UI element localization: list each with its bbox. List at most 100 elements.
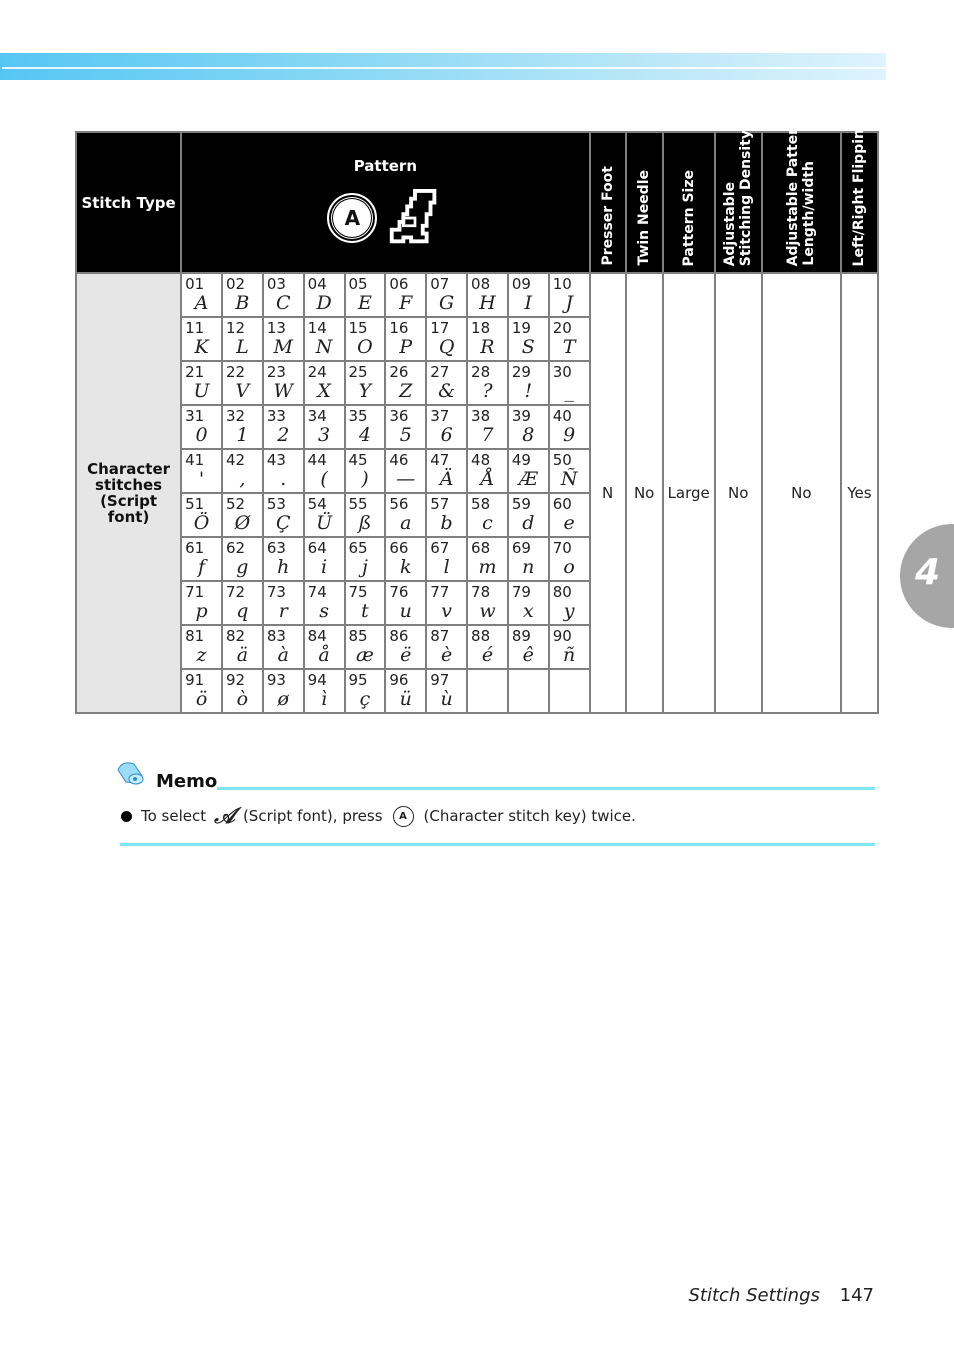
pattern-glyph: ! [524, 380, 533, 402]
pattern-glyph: ä [236, 644, 249, 666]
pattern-glyph: 9 [563, 424, 576, 446]
pattern-glyph: ø [277, 688, 289, 710]
pattern-number: 31 [185, 407, 205, 425]
pattern-number: 86 [389, 627, 409, 645]
pattern-number: 29 [511, 363, 531, 381]
pattern-number: 47 [430, 451, 450, 469]
pattern-cell: 35 4 [343, 404, 387, 450]
pattern-number: 06 [389, 275, 409, 293]
pattern-number: 65 [348, 539, 368, 557]
pattern-number: 72 [225, 583, 246, 601]
pattern-number: 36 [389, 407, 409, 425]
pattern-number: 78 [471, 583, 491, 601]
pattern-number: 44 [307, 451, 327, 469]
memo-bell-icon [114, 760, 146, 792]
pattern-number: 30 [552, 363, 572, 381]
pattern-cell: 03 C [261, 272, 305, 318]
pattern-cell: 95 ç [343, 668, 387, 714]
pattern-cell: 78 w [466, 580, 509, 626]
pattern-cell: 92 ò [220, 668, 264, 714]
pattern-glyph: è [440, 644, 453, 666]
pattern-number: 10 [552, 275, 572, 293]
pattern-glyph: d [522, 512, 535, 534]
pattern-number: 41 [185, 451, 205, 469]
pattern-glyph: ò [236, 688, 249, 710]
pattern-glyph: æ [355, 644, 374, 666]
pattern-glyph: K [194, 336, 209, 358]
character-key-icon: A [327, 193, 378, 243]
stitch-type-cell: Character stitches (Script font) [74, 272, 183, 714]
pattern-number: 45 [348, 451, 368, 469]
pattern-cell: 45) [343, 448, 387, 494]
pattern-glyph: ì [321, 688, 328, 710]
empty-pattern-cell [506, 668, 550, 714]
pattern-cell: 89 ê [506, 624, 550, 670]
pattern-cell: 52 Ø [220, 492, 264, 538]
pattern-glyph: h [277, 556, 290, 578]
pattern-number: 58 [471, 495, 491, 513]
pattern-cell: 66 k [384, 536, 428, 582]
pattern-cell: 51 Ö [180, 492, 223, 538]
pattern-glyph: V [235, 380, 250, 402]
pattern-glyph: é [481, 644, 494, 666]
memo-divider-top [217, 787, 875, 790]
pattern-cell: 59 d [506, 492, 550, 538]
pattern-number: 49 [511, 451, 531, 469]
pattern-number: 97 [430, 671, 450, 689]
pattern-cell: 10 J [547, 272, 591, 318]
pattern-cell: 67 l [425, 536, 469, 582]
pattern-number: 11 [185, 319, 205, 337]
pattern-cell: 39 8 [506, 404, 550, 450]
pattern-cell: 08 H [466, 272, 509, 318]
pattern-glyph: 4 [358, 424, 371, 446]
pattern-cell: 75 t [343, 580, 387, 626]
pattern-number: 38 [471, 407, 491, 425]
pattern-number: 19 [511, 319, 531, 337]
pattern-cell: 32 1 [220, 404, 264, 450]
pattern-glyph: y [563, 600, 575, 622]
pattern-glyph: 0 [195, 424, 208, 446]
pattern-cell: 76 u [384, 580, 428, 626]
pattern-glyph: e [563, 512, 575, 534]
pattern-number: 95 [348, 671, 368, 689]
pattern-glyph: U [193, 380, 210, 402]
pattern-number: 55 [348, 495, 368, 513]
pattern-number: 32 [225, 407, 246, 425]
pattern-glyph: L [236, 336, 249, 358]
pattern-cell: 96 ü [384, 668, 428, 714]
pattern-cell: 40 9 [547, 404, 591, 450]
flipping-value: Yes [839, 272, 880, 714]
pattern-cell: 87 è [425, 624, 469, 670]
pattern-glyph: F [399, 292, 413, 314]
empty-pattern-cell [547, 668, 591, 714]
pattern-number: 23 [266, 363, 286, 381]
pattern-glyph: _ [564, 380, 574, 402]
stitch-type-label-line: (Script font) [100, 492, 158, 526]
pattern-glyph: Ø [234, 512, 251, 534]
pattern-glyph: , [239, 468, 246, 490]
pattern-glyph: ê [522, 644, 534, 666]
pattern-glyph: g [236, 556, 249, 578]
pattern-row: Character stitches (Script font) 01 A 02 B 03 C 0… [74, 272, 880, 714]
pattern-number: 18 [471, 319, 491, 337]
pattern-cell: 06 F [384, 272, 428, 318]
memo-title: Memo [156, 771, 218, 792]
pattern-number: 92 [225, 671, 246, 689]
pattern-cell: 72 q [220, 580, 264, 626]
pattern-number: 84 [307, 627, 327, 645]
stitching-density-header: Adjustable Stitching Density [713, 130, 763, 274]
pattern-glyph: 8 [522, 424, 535, 446]
pattern-number: 24 [307, 363, 327, 381]
pattern-glyph: 6 [440, 424, 453, 446]
pattern-number: 01 [185, 275, 205, 293]
pattern-cell: 44( [302, 448, 346, 494]
pattern-cell: 26 Z [384, 360, 428, 406]
pattern-cell: 70 o [547, 536, 591, 582]
pattern-number: 33 [266, 407, 286, 425]
pattern-number: 51 [185, 495, 205, 513]
pattern-glyph: à [277, 644, 289, 666]
pattern-cell: 65 j [343, 536, 387, 582]
header-band-line [2, 67, 886, 69]
pattern-cell: 94 ì [302, 668, 346, 714]
pattern-cell: 07 G [425, 272, 469, 318]
